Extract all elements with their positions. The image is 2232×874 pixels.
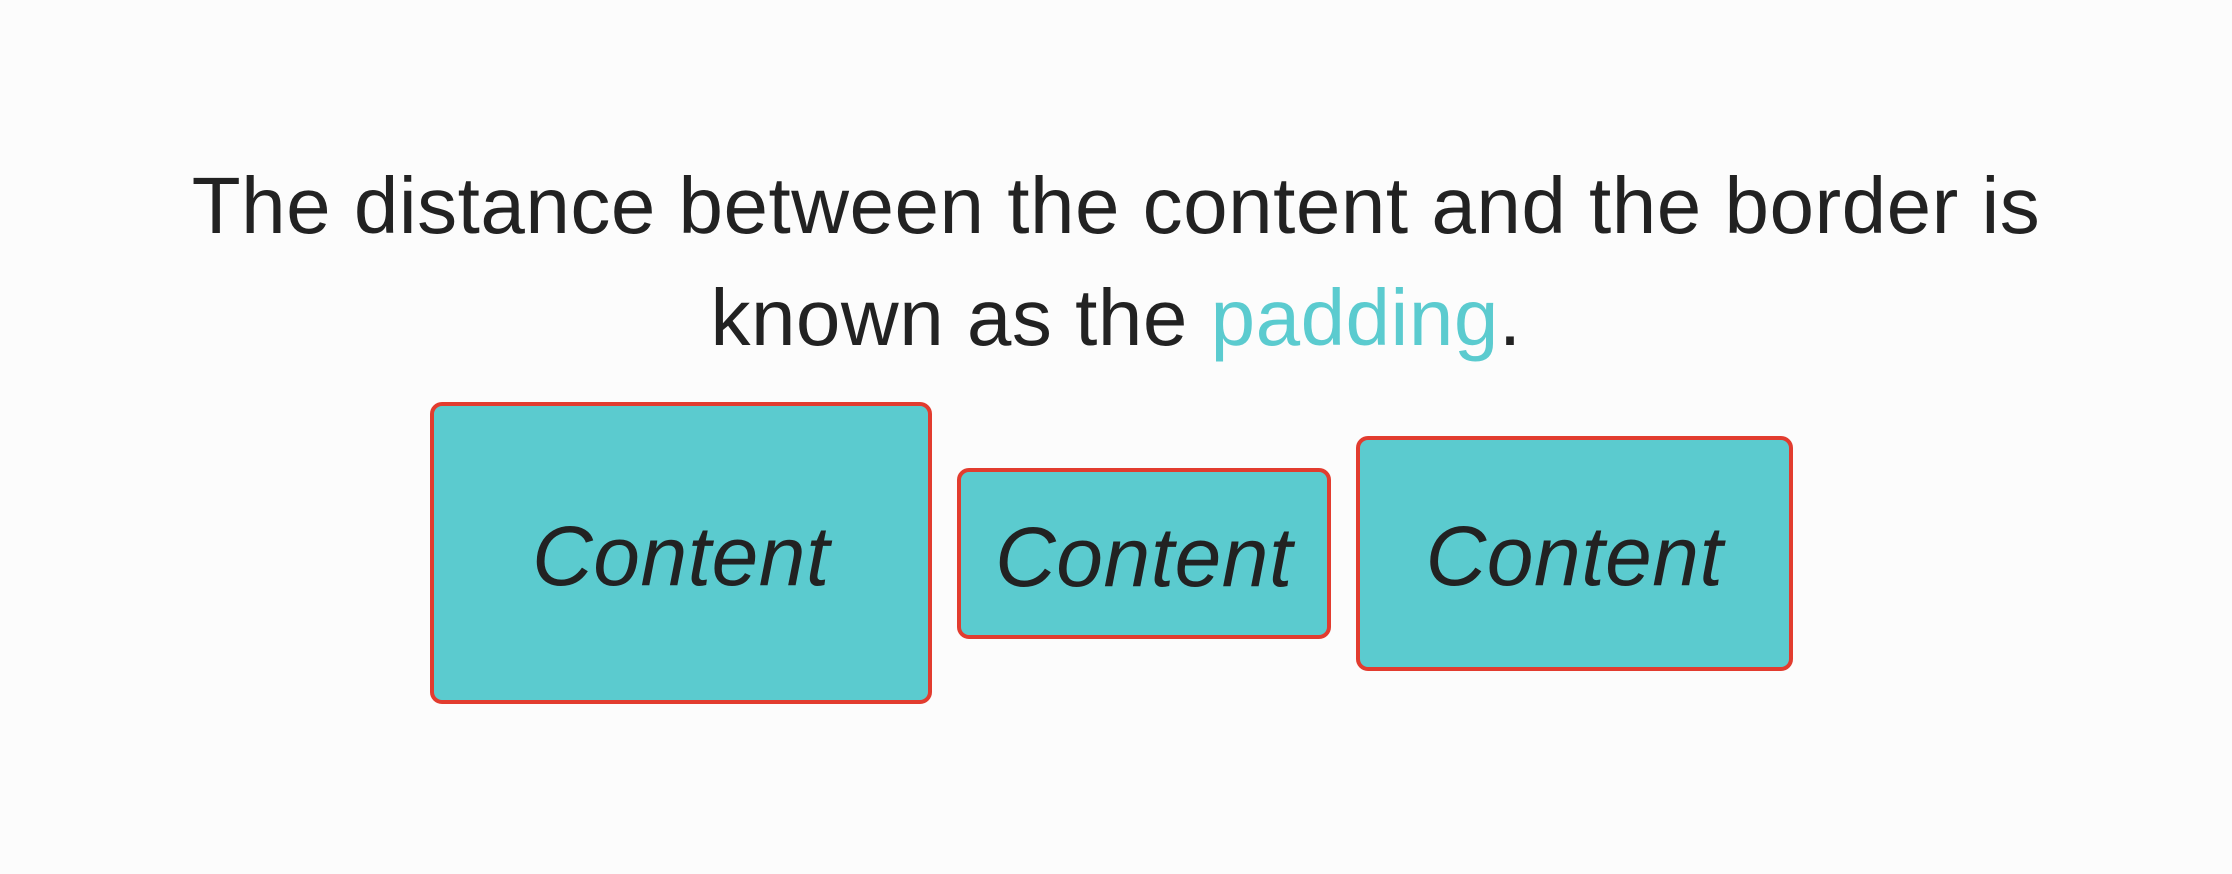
caption-line-1: The distance between the content and the…	[191, 161, 2041, 250]
caption-line-2-prefix: known as the	[710, 273, 1211, 362]
content-label: Content	[995, 510, 1293, 604]
content-box-medium-padding: Content	[1356, 436, 1793, 671]
content-label: Content	[532, 508, 830, 603]
content-box-small-padding: Content	[957, 468, 1331, 639]
caption: The distance between the content and the…	[0, 150, 2232, 374]
content-box-large-padding: Content	[430, 402, 932, 704]
padding-highlight: padding	[1210, 273, 1499, 362]
content-label: Content	[1425, 509, 1724, 603]
caption-line-2-suffix: .	[1498, 273, 1522, 362]
